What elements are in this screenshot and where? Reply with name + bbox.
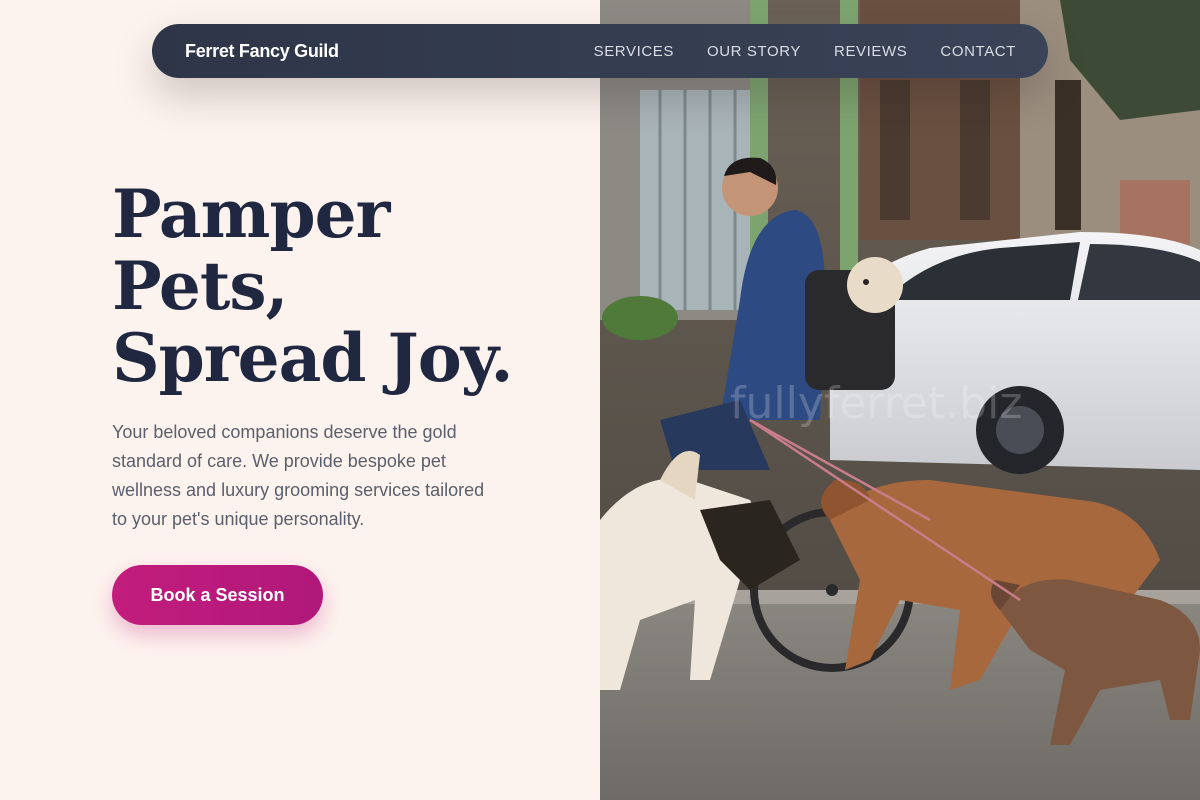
nav-link-our-story[interactable]: OUR STORY [707,43,801,60]
headline-line-3: Spread Joy. [112,319,513,397]
hero-panel: Pamper Pets, Spread Joy. Your beloved co… [0,0,600,800]
nav-link-reviews[interactable]: REVIEWS [834,43,907,60]
nav-link-contact[interactable]: CONTACT [940,43,1016,60]
headline-line-1: Pamper [112,175,390,253]
headline-line-2: Pets, [112,247,288,325]
nav-links: SERVICES OUR STORY REVIEWS CONTACT [594,43,1016,60]
brand-logo-link[interactable]: Ferret Fancy Guild [185,41,594,62]
hero-headline: Pamper Pets, Spread Joy. [112,178,572,394]
top-nav-bar: Ferret Fancy Guild SERVICES OUR STORY RE… [152,24,1048,78]
hero-photo: fullyferret.biz [600,0,1200,800]
hero-subcopy: Your beloved companions deserve the gold… [112,422,485,529]
photo-watermark: fullyferret.biz [730,378,1022,429]
book-session-button[interactable]: Book a Session [112,565,323,625]
nav-link-services[interactable]: SERVICES [594,43,674,60]
